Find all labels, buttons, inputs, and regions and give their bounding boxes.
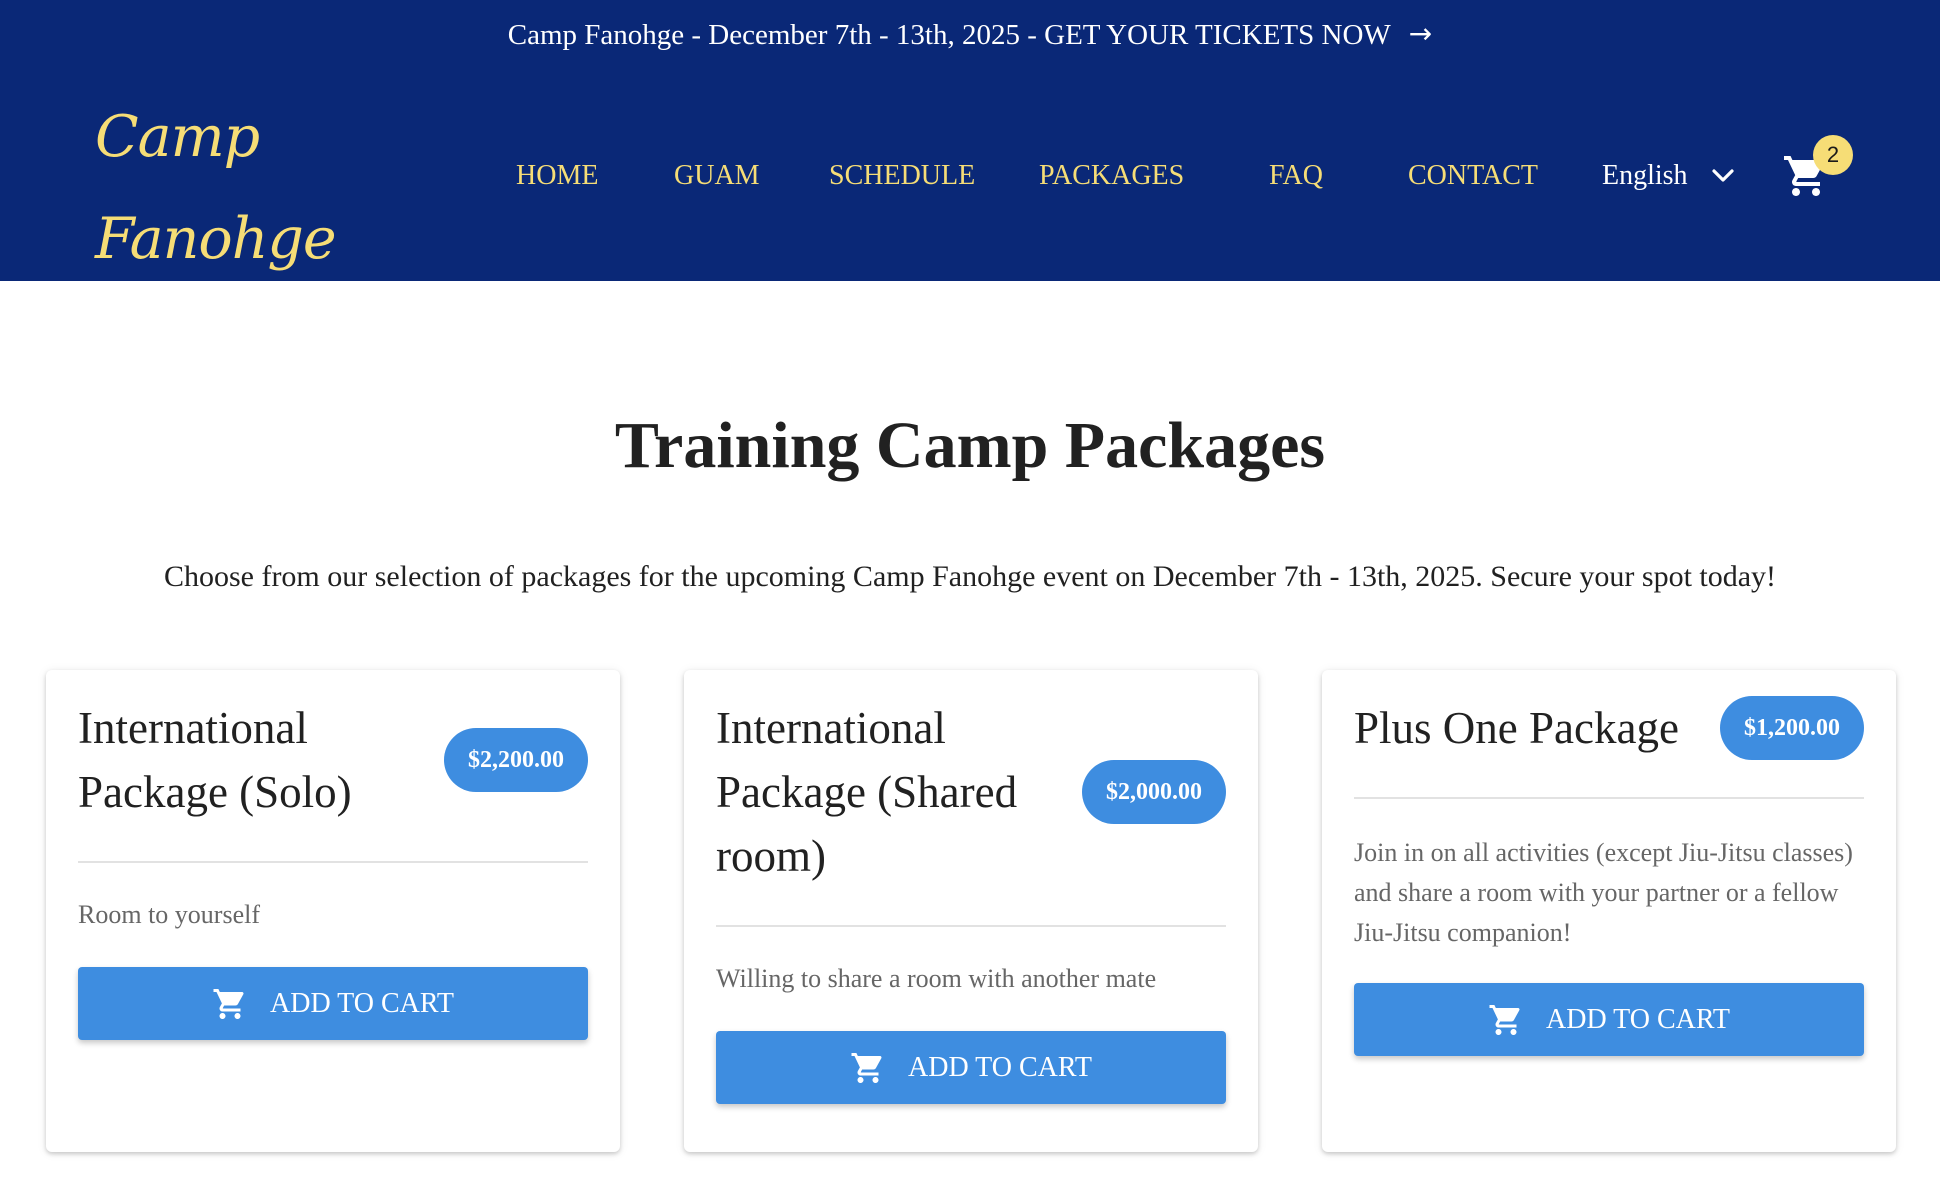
card-divider	[78, 861, 588, 863]
announcement-bar[interactable]: Camp Fanohge - December 7th - 13th, 2025…	[0, 0, 1940, 70]
card-header: Plus One Package $1,200.00	[1354, 696, 1864, 760]
package-description: Willing to share a room with another mat…	[716, 964, 1157, 993]
card-header: International Package (Shared room) $2,0…	[716, 696, 1226, 888]
main-nav: HOME GUAM SCHEDULE PACKAGES FAQ CONTACT …	[0, 154, 1940, 198]
add-to-cart-button[interactable]: ADD TO CART	[1354, 983, 1864, 1056]
nav-item-faq[interactable]: FAQ	[1269, 154, 1323, 198]
nav-item-schedule[interactable]: SCHEDULE	[829, 154, 975, 198]
package-description: Join in on all activities (except Jiu-Ji…	[1354, 838, 1853, 947]
package-card: Plus One Package $1,200.00 Join in on al…	[1322, 670, 1896, 1152]
page-subtitle: Choose from our selection of packages fo…	[163, 560, 1777, 593]
price-badge: $1,200.00	[1720, 696, 1864, 760]
page-title: Training Camp Packages	[614, 409, 1326, 482]
package-description: Room to yourself	[78, 900, 260, 929]
chevron-down-icon	[1711, 169, 1734, 182]
shopping-cart-icon	[1489, 1004, 1520, 1035]
price-badge: $2,200.00	[444, 728, 588, 792]
shopping-cart-icon	[213, 988, 244, 1019]
logo-line-2[interactable]: Fanohge	[95, 188, 337, 290]
language-select[interactable]: English	[1602, 154, 1734, 198]
language-label: English	[1602, 160, 1688, 191]
price-badge: $2,000.00	[1082, 760, 1226, 824]
package-card: International Package (Shared room) $2,0…	[684, 670, 1258, 1152]
shopping-cart-icon	[851, 1052, 882, 1083]
cart-count-badge: 2	[1813, 135, 1853, 175]
arrow-right-icon[interactable]: →	[1409, 17, 1432, 50]
nav-item-contact[interactable]: CONTACT	[1408, 154, 1538, 198]
add-to-cart-label: ADD TO CART	[270, 987, 454, 1019]
package-title: Plus One Package	[1354, 703, 1679, 753]
card-divider	[716, 925, 1226, 927]
nav-item-guam[interactable]: GUAM	[674, 154, 760, 198]
nav-item-home[interactable]: HOME	[516, 154, 598, 198]
nav-item-packages[interactable]: PACKAGES	[1039, 154, 1184, 198]
add-to-cart-button[interactable]: ADD TO CART	[78, 967, 588, 1040]
add-to-cart-label: ADD TO CART	[908, 1051, 1092, 1083]
site-header: Camp Fanohge - December 7th - 13th, 2025…	[0, 0, 1940, 281]
package-card: International Package (Solo) $2,200.00 R…	[46, 670, 620, 1152]
announcement-text[interactable]: Camp Fanohge - December 7th - 13th, 2025…	[508, 19, 1391, 52]
package-title: International Package (Solo)	[78, 703, 352, 817]
card-divider	[1354, 797, 1864, 799]
card-header: International Package (Solo) $2,200.00	[78, 696, 588, 824]
add-to-cart-label: ADD TO CART	[1546, 1003, 1730, 1035]
add-to-cart-button[interactable]: ADD TO CART	[716, 1031, 1226, 1104]
package-title: International Package (Shared room)	[716, 703, 1018, 881]
